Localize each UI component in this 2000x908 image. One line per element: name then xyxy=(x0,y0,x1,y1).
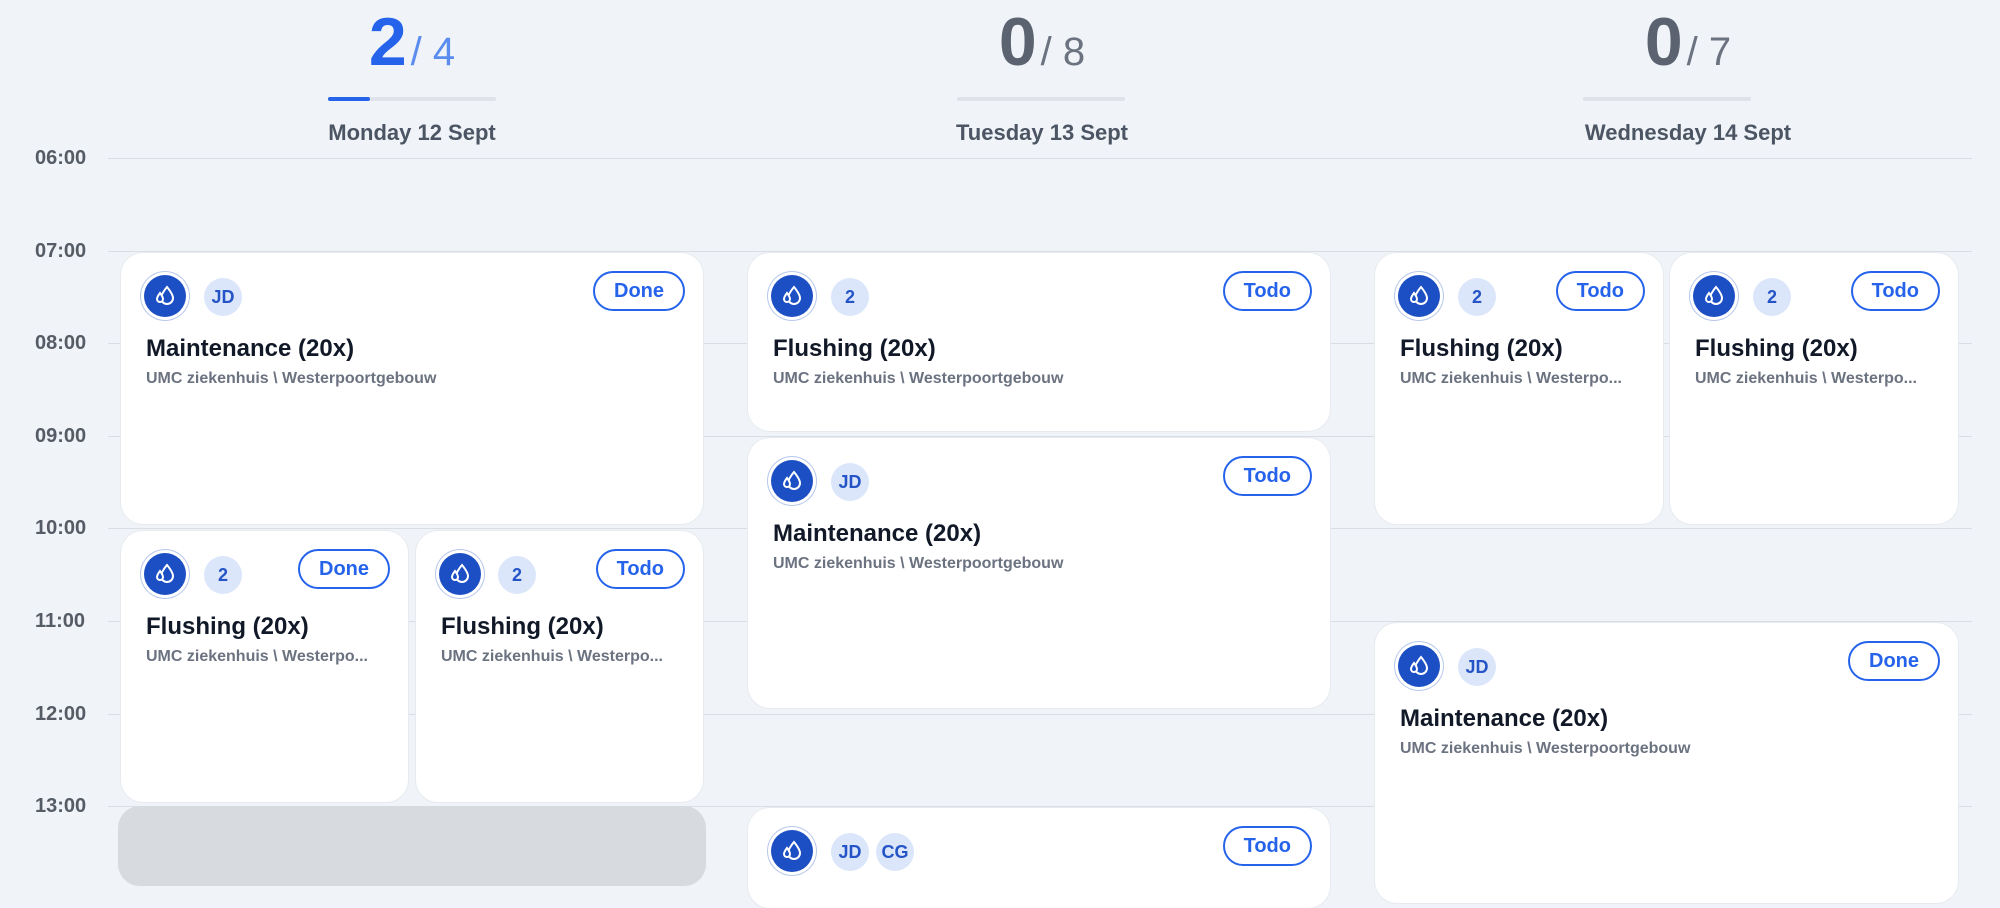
task-location: UMC ziekenhuis \ Westerpoortgebouw xyxy=(773,555,1064,572)
day-label: Tuesday 13 Sept xyxy=(956,120,1128,145)
assignee-avatar: JD xyxy=(831,463,869,501)
assignee-avatar: JD xyxy=(1458,648,1496,686)
task-card[interactable]: 2 Todo Flushing (20x) UMC ziekenhuis \ W… xyxy=(748,253,1330,431)
total-count: / 8 xyxy=(1040,30,1086,74)
task-card[interactable]: 2 Todo Flushing (20x) UMC ziekenhuis \ W… xyxy=(1375,253,1663,524)
status-button-done[interactable]: Done xyxy=(593,271,685,311)
done-count: 0 xyxy=(1644,4,1683,80)
water-drop-icon xyxy=(1398,645,1440,687)
progress-bar xyxy=(1583,97,1751,101)
task-title: Maintenance (20x) xyxy=(773,520,982,547)
assignee-avatar: JD xyxy=(204,278,242,316)
time-label: 08:00 xyxy=(35,332,87,354)
progress-bar xyxy=(957,97,1125,101)
task-card[interactable]: 2 Done Flushing (20x) UMC ziekenhuis \ W… xyxy=(121,531,408,802)
status-button-todo[interactable]: Todo xyxy=(1555,271,1645,311)
water-drop-icon xyxy=(1693,275,1735,317)
assignee-count-avatar: 2 xyxy=(1753,278,1791,316)
task-location: UMC ziekenhuis \ Westerpo... xyxy=(441,648,663,665)
water-drop-icon xyxy=(771,275,813,317)
task-location: UMC ziekenhuis \ Westerpoortgebouw xyxy=(1400,740,1691,757)
task-card[interactable]: JD CG Todo xyxy=(748,808,1330,908)
total-count: / 4 xyxy=(410,30,456,74)
placeholder-card xyxy=(118,806,706,886)
assignee-count-avatar: 2 xyxy=(498,556,536,594)
time-label: 11:00 xyxy=(35,610,86,632)
time-label: 10:00 xyxy=(35,517,87,539)
task-location: UMC ziekenhuis \ Westerpo... xyxy=(1400,370,1622,387)
task-title: Flushing (20x) xyxy=(146,613,309,640)
task-card[interactable]: JD Done Maintenance (20x) UMC ziekenhuis… xyxy=(121,253,703,524)
task-location: UMC ziekenhuis \ Westerpo... xyxy=(1695,370,1917,387)
status-button-done[interactable]: Done xyxy=(1848,641,1940,681)
task-title: Maintenance (20x) xyxy=(146,335,355,362)
task-card[interactable]: JD Todo Maintenance (20x) UMC ziekenhuis… xyxy=(748,438,1330,708)
task-title: Flushing (20x) xyxy=(773,335,936,362)
water-drop-icon xyxy=(771,460,813,502)
assignee-count-avatar: 2 xyxy=(204,556,242,594)
day-label: Wednesday 14 Sept xyxy=(1584,120,1792,145)
time-label: 12:00 xyxy=(35,703,87,725)
status-button-done[interactable]: Done xyxy=(298,549,390,589)
task-title: Maintenance (20x) xyxy=(1400,705,1609,732)
water-drop-icon xyxy=(1398,275,1440,317)
time-label: 13:00 xyxy=(35,795,87,817)
status-button-todo[interactable]: Todo xyxy=(1222,271,1312,311)
water-drop-icon xyxy=(439,553,481,595)
progress-bar-fill xyxy=(328,97,370,101)
time-label: 06:00 xyxy=(35,147,87,169)
day-label: Monday 12 Sept xyxy=(328,120,496,145)
status-button-todo[interactable]: Todo xyxy=(1850,271,1940,311)
done-count: 0 xyxy=(998,4,1037,80)
assignee-avatar: CG xyxy=(876,833,914,871)
status-button-todo[interactable]: Todo xyxy=(1222,826,1312,866)
task-location: UMC ziekenhuis \ Westerpoortgebouw xyxy=(773,370,1064,387)
task-card[interactable]: JD Done Maintenance (20x) UMC ziekenhuis… xyxy=(1375,623,1958,903)
day-header-wednesday: 0/ 7 Wednesday 14 Sept xyxy=(1538,0,1838,150)
total-count: / 7 xyxy=(1686,30,1732,74)
task-title: Flushing (20x) xyxy=(1400,335,1563,362)
status-button-todo[interactable]: Todo xyxy=(595,549,685,589)
water-drop-icon xyxy=(771,830,813,872)
water-drop-icon xyxy=(144,553,186,595)
time-label: 09:00 xyxy=(35,425,87,447)
day-progress-count: 0/ 7 xyxy=(1538,8,1838,76)
time-label: 07:00 xyxy=(35,240,87,262)
hour-gridline xyxy=(108,158,1972,159)
status-button-todo[interactable]: Todo xyxy=(1222,456,1312,496)
task-card[interactable]: 2 Todo Flushing (20x) UMC ziekenhuis \ W… xyxy=(1670,253,1958,524)
hour-gridline xyxy=(108,251,1972,252)
water-drop-icon xyxy=(144,275,186,317)
day-progress-count: 0/ 8 xyxy=(892,8,1192,76)
task-title: Flushing (20x) xyxy=(441,613,604,640)
task-location: UMC ziekenhuis \ Westerpoortgebouw xyxy=(146,370,437,387)
day-progress-count: 2/ 4 xyxy=(262,8,562,76)
assignee-count-avatar: 2 xyxy=(1458,278,1496,316)
progress-bar xyxy=(328,97,496,101)
task-location: UMC ziekenhuis \ Westerpo... xyxy=(146,648,368,665)
task-card[interactable]: 2 Todo Flushing (20x) UMC ziekenhuis \ W… xyxy=(416,531,703,802)
task-title: Flushing (20x) xyxy=(1695,335,1858,362)
done-count: 2 xyxy=(368,4,407,80)
day-header-tuesday: 0/ 8 Tuesday 13 Sept xyxy=(892,0,1192,150)
assignee-count-avatar: 2 xyxy=(831,278,869,316)
assignee-avatar: JD xyxy=(831,833,869,871)
day-header-monday: 2/ 4 Monday 12 Sept xyxy=(262,0,562,150)
